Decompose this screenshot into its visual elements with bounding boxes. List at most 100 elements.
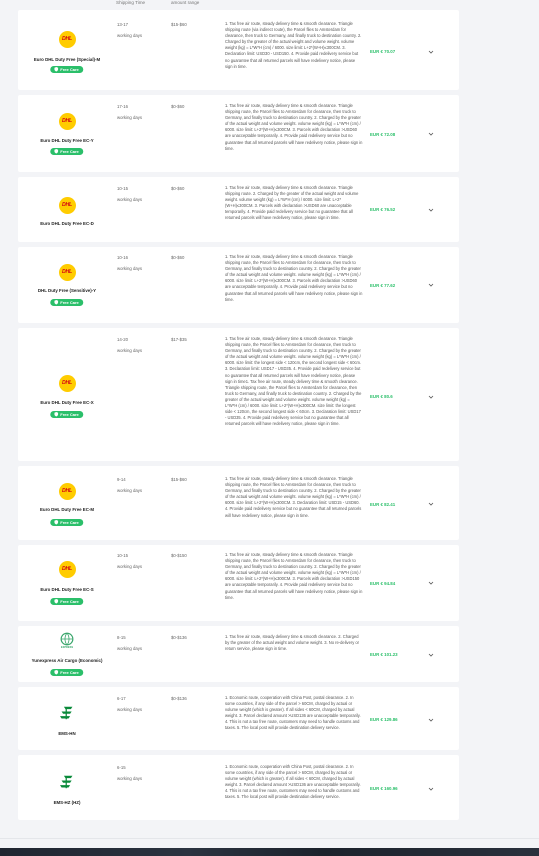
shipping-time-range: 6-15 <box>117 765 126 770</box>
ems-logo-icon <box>60 706 73 720</box>
amount-range: $0-$60 <box>171 255 185 260</box>
chevron-down-icon[interactable] <box>428 49 434 55</box>
free-care-label: Free Care <box>60 149 79 155</box>
shipping-option-row[interactable]: DHL Euro DHL Duty Free (Special)-M Free Ca… <box>18 10 459 90</box>
price: EUR € 77.62 <box>370 283 396 288</box>
free-care-badge: Free Care <box>50 598 84 606</box>
free-care-label: Free Care <box>60 599 79 605</box>
shipping-time-range: 8-15 <box>117 635 126 640</box>
carrier-logo: DHL <box>57 263 77 281</box>
free-care-badge: Free Care <box>50 299 84 307</box>
price: EUR € 101.23 <box>370 652 398 657</box>
chevron-down-icon[interactable] <box>428 786 434 792</box>
shipping-time-unit: working days <box>117 564 143 569</box>
chevron-down-icon[interactable] <box>428 394 434 400</box>
route-description: 1. Economic route, cooperation with Chin… <box>225 695 361 731</box>
shipping-option-row[interactable]: EMS-HZ (HZ) 6-15 working days 1. Economic r… <box>18 755 459 820</box>
price: EUR € 94.84 <box>370 581 396 586</box>
carrier-cell: DHL Euro DHL Duty Free EC-D <box>18 177 116 242</box>
chevron-down-icon[interactable] <box>428 282 434 288</box>
price: EUR € 72.08 <box>370 132 396 137</box>
amount-range: $17-$35 <box>171 337 187 342</box>
shipping-time-range: 6-17 <box>117 696 126 701</box>
route-description: 1. Tax free air route, steady delivery t… <box>225 21 362 69</box>
shipping-option-row[interactable]: EMS-HN 6-17 working days $0-$136 1. Economic… <box>18 687 459 750</box>
chevron-down-icon[interactable] <box>428 501 434 507</box>
chevron-down-icon[interactable] <box>428 580 434 586</box>
carrier-name: Euro DHL Duty Free EC-D <box>40 221 94 226</box>
chevron-down-icon[interactable] <box>428 717 434 723</box>
shipping-time-unit: working days <box>117 33 143 38</box>
globe-icon <box>60 632 74 646</box>
carrier-cell: EMS-HN <box>18 687 116 750</box>
amount-range: $0-$136 <box>171 635 187 640</box>
free-care-badge: Free Care <box>50 669 84 677</box>
col-header-amount-range: amount range <box>171 0 200 5</box>
free-care-badge: Free Care <box>50 66 84 74</box>
free-care-label: Free Care <box>60 300 79 306</box>
footer-divider <box>0 838 539 839</box>
free-care-label: Free Care <box>60 412 79 418</box>
carrier-cell: DHL Euro DHL Duty Free EC-S Free Care <box>18 545 116 621</box>
carrier-cell: DHL Euro DHL Duty Free EC-X Free Care <box>18 328 116 461</box>
chevron-down-icon[interactable] <box>428 652 434 658</box>
free-care-badge: Free Care <box>50 148 84 156</box>
carrier-name: EMS-HN <box>58 731 76 736</box>
free-care-badge: Free Care <box>50 519 84 527</box>
carrier-logo: EXPRESS <box>57 632 77 649</box>
carrier-cell: EMS-HZ (HZ) <box>18 755 116 820</box>
carrier-name: Euro DHL Duty Free EC-Y <box>40 138 94 143</box>
shipping-option-row[interactable]: DHL DHL Duty Free (Sensitive)-Y Free Care 1… <box>18 247 459 323</box>
shipping-option-row[interactable]: DHL Euro DHL Duty Free EC-M Free Care 9-14 w… <box>18 466 459 540</box>
shipping-option-row[interactable]: DHL Euro DHL Duty Free EC-S Free Care 10-15… <box>18 545 459 621</box>
carrier-cell: DHL Euro DHL Duty Free EC-M Free Care <box>18 466 116 540</box>
price: EUR € 160.96 <box>370 786 398 791</box>
chevron-down-icon[interactable] <box>428 131 434 137</box>
carrier-logo: DHL <box>57 196 77 214</box>
shipping-time-unit: working days <box>117 776 143 781</box>
route-description: 1. Tax free air route, steady delivery t… <box>225 634 360 652</box>
shipping-time-range: 10-15 <box>117 186 128 191</box>
shipping-option-row[interactable]: DHL Euro DHL Duty Free EC-Y Free Care 17-16… <box>18 95 459 172</box>
shipping-time-range: 14-20 <box>117 337 128 342</box>
shipping-option-row[interactable]: EXPRESS Yunexpress Air Cargo (Economic) Fr… <box>18 626 459 682</box>
carrier-cell: EXPRESS Yunexpress Air Cargo (Economic) Fr… <box>18 626 116 682</box>
carrier-cell: DHL DHL Duty Free (Sensitive)-Y Free Care <box>18 247 116 323</box>
price: EUR € 80.6 <box>370 394 393 399</box>
chevron-down-icon[interactable] <box>428 207 434 213</box>
dhl-logo: DHL <box>58 374 76 392</box>
route-description: 1. Economic route, cooperation with Chin… <box>225 764 361 800</box>
carrier-cell: DHL Euro DHL Duty Free EC-Y Free Care <box>18 95 116 172</box>
dhl-logo: DHL <box>58 30 76 48</box>
route-description: 1. Tax free air route, steady delivery t… <box>225 476 362 518</box>
shipping-time-unit: working days <box>117 197 143 202</box>
shipping-option-row[interactable]: DHL Euro DHL Duty Free EC-X Free Care 14-20… <box>18 328 459 461</box>
shipping-time-range: 10-16 <box>117 255 128 260</box>
shipping-time-range: 17-16 <box>117 104 128 109</box>
carrier-cell: DHL Euro DHL Duty Free (Special)-M Free Ca… <box>18 10 116 90</box>
carrier-logo: DHL <box>57 112 77 130</box>
free-care-badge: Free Care <box>50 411 84 419</box>
shipping-time-unit: working days <box>117 707 143 712</box>
carrier-logo: DHL <box>57 30 77 48</box>
shield-icon <box>54 599 59 604</box>
shipping-time-range: 13-17 <box>117 22 128 27</box>
amount-range: $0-$136 <box>171 696 187 701</box>
shield-icon <box>54 412 59 417</box>
col-header-shipping-time: Shipping Time <box>116 0 146 5</box>
ems-logo-icon <box>60 775 73 789</box>
shield-icon <box>54 300 59 305</box>
amount-range: $15-$60 <box>171 477 187 482</box>
shipping-time-range: 9-14 <box>117 477 126 482</box>
shield-icon <box>54 67 59 72</box>
amount-range: $0-$60 <box>171 104 185 109</box>
price: EUR € 82.41 <box>370 502 396 507</box>
shipping-option-row[interactable]: DHL Euro DHL Duty Free EC-D 10-15 working d… <box>18 177 459 242</box>
free-care-label: Free Care <box>60 670 79 676</box>
shield-icon <box>54 670 59 675</box>
free-care-label: Free Care <box>60 67 79 73</box>
shipping-time-unit: working days <box>117 348 143 353</box>
price: EUR € 76.52 <box>370 207 396 212</box>
dhl-logo: DHL <box>58 560 76 578</box>
shipping-time-unit: working days <box>117 115 143 120</box>
